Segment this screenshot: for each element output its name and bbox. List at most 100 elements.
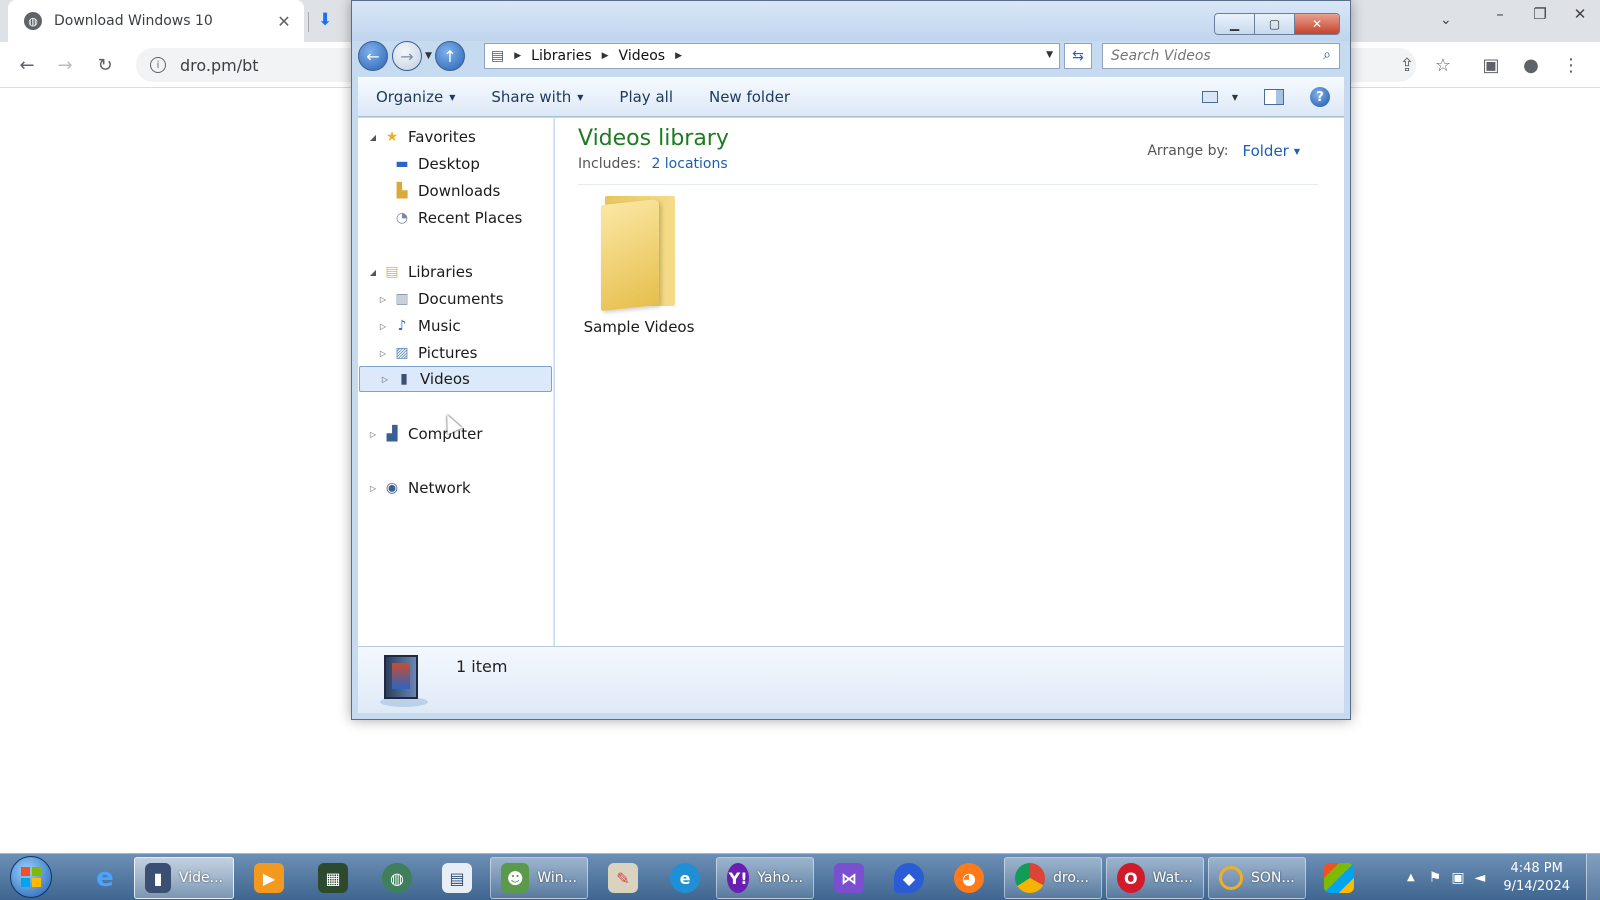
taskbar-yahoo[interactable]: Y! Yaho... bbox=[716, 857, 814, 899]
back-button[interactable]: ← bbox=[358, 41, 388, 71]
explorer-maximize-button[interactable]: ▢ bbox=[1255, 14, 1295, 34]
tree-item-recent-places[interactable]: ◔ Recent Places bbox=[358, 205, 554, 231]
paint-palette-icon: ✎ bbox=[608, 863, 638, 893]
share-with-button[interactable]: Share with ▼ bbox=[473, 78, 601, 116]
ring-icon bbox=[1219, 866, 1243, 890]
bookmark-star-icon[interactable]: ☆ bbox=[1428, 50, 1458, 80]
recent-pages-dropdown-icon[interactable]: ▼ bbox=[425, 51, 432, 61]
tree-item-desktop[interactable]: ▬ Desktop bbox=[358, 151, 554, 177]
close-icon[interactable]: ✕ bbox=[1560, 0, 1600, 28]
taskbar-monitor-app[interactable]: ▦ bbox=[308, 857, 358, 899]
tree-item-favorites[interactable]: ◢ ★ Favorites bbox=[358, 124, 554, 150]
volume-muted-icon[interactable]: ◄ bbox=[1475, 870, 1486, 886]
tab-close-icon[interactable]: ✕ bbox=[274, 12, 294, 31]
restore-icon[interactable]: ❐ bbox=[1520, 0, 1560, 28]
search-box: ⌕ bbox=[1102, 43, 1340, 69]
taskbar-windows-flag[interactable] bbox=[1314, 857, 1364, 899]
reload-icon[interactable]: ↻ bbox=[90, 50, 120, 80]
browser-tab[interactable]: ◍ Download Windows 10 ✕ bbox=[8, 0, 304, 42]
visual-studio-icon: ⋈ bbox=[834, 863, 864, 893]
show-desktop-button[interactable] bbox=[1586, 854, 1600, 900]
expanded-arrow-icon[interactable]: ◢ bbox=[368, 268, 378, 277]
new-folder-button[interactable]: New folder bbox=[691, 78, 808, 116]
explorer-titlebar[interactable] bbox=[352, 1, 1350, 41]
preview-pane-icon[interactable] bbox=[1264, 89, 1284, 105]
network-status-icon[interactable]: ▣ bbox=[1451, 870, 1464, 886]
organize-button[interactable]: Organize ▼ bbox=[358, 78, 473, 116]
drop-app-icon: ◆ bbox=[894, 863, 924, 893]
taskbar-edge[interactable]: e bbox=[660, 857, 710, 899]
breadcrumb-arrow-icon[interactable]: ▶ bbox=[514, 51, 521, 61]
view-controls: ▼ ? bbox=[1201, 78, 1344, 116]
minimize-icon[interactable]: – bbox=[1480, 0, 1520, 28]
breadcrumb-arrow-icon[interactable]: ▶ bbox=[602, 51, 609, 61]
tree-item-network[interactable]: ▷ ◉ Network bbox=[358, 475, 554, 501]
collapsed-arrow-icon[interactable]: ▷ bbox=[378, 349, 388, 358]
item-count: 1 item bbox=[456, 657, 508, 676]
tree-item-music[interactable]: ▷ ♪ Music bbox=[358, 313, 554, 339]
back-arrow-icon[interactable]: ← bbox=[12, 50, 42, 80]
clock[interactable]: 4:48 PM 9/14/2024 bbox=[1503, 860, 1570, 896]
tree-item-downloads[interactable]: ▙ Downloads bbox=[358, 178, 554, 204]
address-history-dropdown-icon[interactable]: ▼ bbox=[1046, 50, 1053, 60]
taskbar-label: Win... bbox=[537, 870, 577, 886]
download-icon[interactable]: ⬇ bbox=[318, 10, 332, 30]
tree-item-libraries[interactable]: ◢ ▤ Libraries bbox=[358, 259, 554, 285]
taskbar-visual-studio[interactable]: ⋈ bbox=[824, 857, 874, 899]
taskbar-firefox[interactable]: ◕ bbox=[944, 857, 994, 899]
show-hidden-icons-icon[interactable]: ▲ bbox=[1407, 872, 1415, 883]
start-button[interactable] bbox=[10, 856, 52, 898]
taskbar-chrome[interactable]: dro... bbox=[1004, 857, 1102, 899]
share-with-label: Share with bbox=[491, 88, 572, 106]
collapsed-arrow-icon[interactable]: ▷ bbox=[368, 430, 378, 439]
folder-item[interactable]: Sample Videos bbox=[583, 192, 695, 342]
tree-item-label: Pictures bbox=[418, 344, 478, 362]
taskbar-paint[interactable]: ✎ bbox=[598, 857, 648, 899]
breadcrumb-libraries[interactable]: Libraries bbox=[531, 48, 591, 64]
breadcrumb-videos[interactable]: Videos bbox=[619, 48, 666, 64]
taskbar-sony[interactable]: SON... bbox=[1208, 857, 1306, 899]
collapsed-arrow-icon[interactable]: ▷ bbox=[368, 484, 378, 493]
action-center-flag-icon[interactable]: ⚑ bbox=[1429, 870, 1442, 886]
taskbar-drop-app[interactable]: ◆ bbox=[884, 857, 934, 899]
help-icon[interactable]: ? bbox=[1310, 87, 1330, 107]
explorer-address-bar[interactable]: ▤ ▶ Libraries ▶ Videos ▶ ▼ bbox=[484, 43, 1060, 69]
refresh-button[interactable]: ⇆ bbox=[1064, 43, 1092, 69]
search-icon[interactable]: ⌕ bbox=[1323, 47, 1331, 63]
site-info-icon[interactable]: i bbox=[150, 57, 166, 73]
change-view-icon[interactable] bbox=[1201, 91, 1218, 103]
taskbar-globe-app[interactable]: ◍ bbox=[372, 857, 422, 899]
search-input[interactable] bbox=[1111, 48, 1307, 64]
expanded-arrow-icon[interactable]: ◢ bbox=[368, 133, 378, 142]
up-button[interactable]: ↑ bbox=[434, 41, 465, 71]
taskbar-internet-explorer[interactable]: e bbox=[80, 857, 130, 899]
locations-link[interactable]: 2 locations bbox=[651, 156, 727, 172]
side-panel-icon[interactable]: ▣ bbox=[1476, 50, 1506, 80]
taskbar-explorer-videos[interactable]: ▮ Vide... bbox=[134, 857, 234, 899]
taskbar-label: SON... bbox=[1251, 870, 1295, 886]
share-icon[interactable]: ⇪ bbox=[1392, 50, 1422, 80]
forward-button[interactable]: → bbox=[392, 41, 422, 71]
view-options-dropdown-icon[interactable]: ▼ bbox=[1232, 93, 1238, 102]
chevron-down-icon[interactable]: ▼ bbox=[1294, 147, 1300, 156]
explorer-close-button[interactable]: ✕ bbox=[1295, 14, 1339, 34]
tab-search-chevron-icon[interactable]: ⌄ bbox=[1440, 12, 1452, 28]
tree-item-documents[interactable]: ▷ ▥ Documents bbox=[358, 286, 554, 312]
tree-item-pictures[interactable]: ▷ ▨ Pictures bbox=[358, 340, 554, 366]
tree-item-videos[interactable]: ▷ ▮ Videos bbox=[359, 366, 552, 392]
taskbar-win-users[interactable]: ☻ Win... bbox=[490, 857, 588, 899]
play-all-button[interactable]: Play all bbox=[601, 78, 691, 116]
forward-arrow-icon[interactable]: → bbox=[50, 50, 80, 80]
divider bbox=[578, 184, 1318, 185]
arrange-by-dropdown[interactable]: Folder bbox=[1242, 142, 1288, 160]
profile-icon[interactable]: ● bbox=[1516, 50, 1546, 80]
explorer-minimize-button[interactable]: ▁ bbox=[1215, 14, 1255, 34]
taskbar-window-app[interactable]: ▤ bbox=[432, 857, 482, 899]
taskbar-media-player[interactable]: ▶ bbox=[244, 857, 294, 899]
breadcrumb-arrow-icon[interactable]: ▶ bbox=[675, 51, 682, 61]
collapsed-arrow-icon[interactable]: ▷ bbox=[378, 322, 388, 331]
collapsed-arrow-icon[interactable]: ▷ bbox=[380, 375, 390, 384]
collapsed-arrow-icon[interactable]: ▷ bbox=[378, 295, 388, 304]
menu-dots-icon[interactable]: ⋮ bbox=[1556, 50, 1586, 80]
taskbar-opera[interactable]: O Wat... bbox=[1106, 857, 1204, 899]
